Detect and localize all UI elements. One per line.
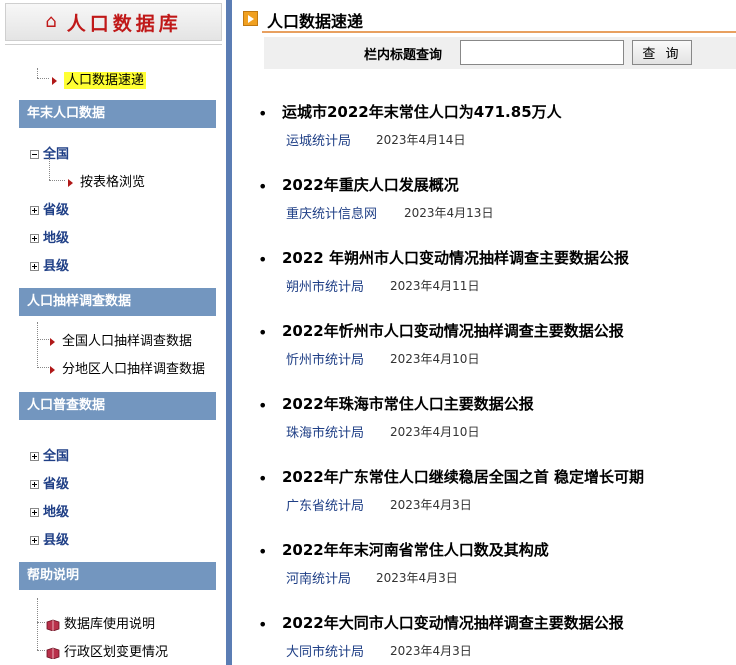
divider (262, 31, 736, 33)
news-headline[interactable]: 2022年重庆人口发展概况 (282, 174, 459, 195)
news-source[interactable]: 大同市统计局 (286, 641, 364, 660)
tree-node-year-end-province[interactable]: 省级 (30, 199, 69, 218)
tree-node-year-end-prefecture[interactable]: 地级 (30, 227, 69, 246)
tree-node-census-national[interactable]: 全国 (30, 445, 69, 464)
search-button[interactable]: 查 询 (632, 40, 692, 65)
news-source[interactable]: 河南统计局 (286, 568, 351, 587)
orange-arrow-icon (243, 11, 258, 26)
news-date: 2023年4月11日 (390, 279, 480, 293)
triangle-arrow-icon (68, 178, 73, 187)
section-year-end: 年末人口数据 (19, 100, 216, 128)
news-date: 2023年4月3日 (390, 498, 472, 512)
sidebar: ⌂ 人口数据库 人口数据速递 年末人口数据 全国 按表格浏览 省级 地级 县级 … (0, 0, 232, 665)
tree-plus-icon[interactable] (30, 536, 39, 545)
tree-plus-icon[interactable] (30, 508, 39, 517)
section-census: 人口普查数据 (19, 392, 216, 420)
news-source[interactable]: 运城统计局 (286, 130, 351, 149)
news-source[interactable]: 重庆统计信息网 (286, 203, 377, 222)
help-usage-link[interactable]: 数据库使用说明 (46, 613, 155, 632)
search-bar: 栏内标题查询 查 询 (264, 37, 736, 69)
book-icon (46, 647, 60, 659)
tree-item-regional-survey[interactable]: 分地区人口抽样调查数据 (50, 358, 205, 377)
news-date: 2023年4月3日 (376, 571, 458, 585)
main-header: 人口数据速递 (241, 6, 736, 32)
book-icon (46, 619, 60, 631)
section-sample-survey: 人口抽样调查数据 (19, 288, 216, 316)
home-icon: ⌂ (45, 11, 57, 32)
news-date: 2023年4月3日 (390, 644, 472, 658)
logo[interactable]: ⌂ 人口数据库 (5, 3, 222, 41)
triangle-arrow-icon (50, 365, 55, 374)
section-help: 帮助说明 (19, 562, 216, 590)
divider (5, 44, 222, 45)
tree-plus-icon[interactable] (30, 262, 39, 271)
quick-link-population-express[interactable]: 人口数据速递 (52, 69, 147, 89)
logo-title: 人口数据库 (66, 12, 182, 35)
news-date: 2023年4月13日 (404, 206, 494, 220)
search-label: 栏内标题查询 (364, 48, 443, 63)
sidebar-border (226, 0, 232, 665)
news-source[interactable]: 广东省统计局 (286, 495, 364, 514)
news-source[interactable]: 朔州市统计局 (286, 276, 364, 295)
news-headline[interactable]: 2022年广东常住人口继续稳居全国之首 稳定增长可期 (282, 466, 644, 487)
news-headline[interactable]: 2022 年朔州市人口变动情况抽样调查主要数据公报 (282, 247, 629, 268)
page-title: 人口数据速递 (267, 12, 364, 31)
tree-node-year-end-county[interactable]: 县级 (30, 255, 69, 274)
tree-item-table-browse[interactable]: 按表格浏览 (68, 171, 145, 190)
quick-link-label: 人口数据速递 (64, 72, 147, 89)
tree-plus-icon[interactable] (30, 206, 39, 215)
search-input[interactable] (460, 40, 624, 65)
news-headline[interactable]: 运城市2022年末常住人口为471.85万人 (282, 101, 562, 122)
help-admin-changes-link[interactable]: 行政区划变更情况 (46, 641, 168, 660)
news-headline[interactable]: 2022年忻州市人口变动情况抽样调查主要数据公报 (282, 320, 624, 341)
news-source[interactable]: 忻州市统计局 (286, 349, 364, 368)
tree-plus-icon[interactable] (30, 480, 39, 489)
tree-node-census-county[interactable]: 县级 (30, 529, 69, 548)
tree-item-national-survey[interactable]: 全国人口抽样调查数据 (50, 330, 192, 349)
news-headline[interactable]: 2022年年末河南省常住人口数及其构成 (282, 539, 549, 560)
triangle-arrow-icon (52, 76, 57, 85)
tree-node-census-province[interactable]: 省级 (30, 473, 69, 492)
news-date: 2023年4月10日 (390, 425, 480, 439)
tree-plus-icon[interactable] (30, 452, 39, 461)
tree-minus-icon[interactable] (30, 150, 39, 159)
tree-plus-icon[interactable] (30, 234, 39, 243)
news-source[interactable]: 珠海市统计局 (286, 422, 364, 441)
tree-node-census-prefecture[interactable]: 地级 (30, 501, 69, 520)
news-date: 2023年4月10日 (390, 352, 480, 366)
triangle-arrow-icon (50, 337, 55, 346)
news-headline[interactable]: 2022年大同市人口变动情况抽样调查主要数据公报 (282, 612, 624, 633)
news-date: 2023年4月14日 (376, 133, 466, 147)
news-headline[interactable]: 2022年珠海市常住人口主要数据公报 (282, 393, 534, 414)
